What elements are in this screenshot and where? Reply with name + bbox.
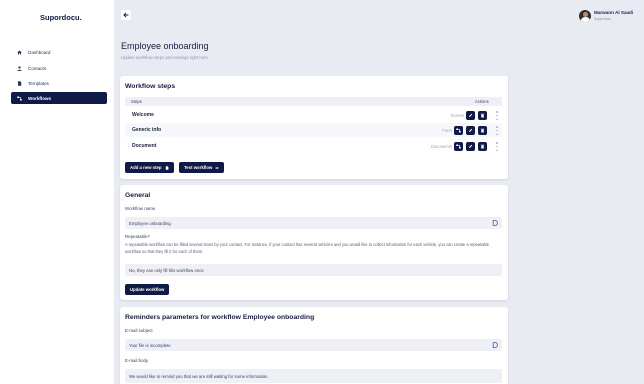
repeatable-help-text: A repeatable workflow can be filled seve…	[125, 242, 490, 254]
repeatable-select[interactable]: No, they can only fill this workflow onc…	[125, 264, 502, 276]
update-workflow-label: Update workflow	[130, 287, 165, 292]
repeatable-value: No, they can only fill this workflow onc…	[129, 267, 204, 273]
sidebar: Supordocu. Dashboard Contacts Templates …	[0, 0, 114, 384]
page-title: Employee onboarding	[121, 41, 209, 51]
email-body-field[interactable]: We would like to remind you that we are …	[125, 369, 502, 383]
sidebar-item-label: Dashboard	[28, 49, 51, 55]
table-row[interactable]: Generic info Form	[125, 123, 502, 137]
step-name: Document	[132, 143, 157, 149]
card-title: General	[125, 192, 151, 199]
sidebar-item-contacts[interactable]: Contacts	[11, 62, 107, 74]
update-workflow-button[interactable]: Update workflow	[125, 284, 170, 295]
table-row[interactable]: Welcome Screen	[125, 108, 502, 122]
test-workflow-button[interactable]: Test workflow	[179, 162, 225, 173]
delete-step-button[interactable]	[478, 126, 487, 135]
workflow-name-label: Workflow name	[125, 206, 156, 211]
sidebar-item-dashboard[interactable]: Dashboard	[11, 46, 107, 58]
step-type: Documents	[430, 143, 452, 149]
workflow-icon	[456, 144, 461, 149]
page-subtitle: Update workflow steps and settings right…	[121, 55, 208, 60]
edit-step-button[interactable]	[466, 142, 475, 151]
duplicate-step-button[interactable]	[454, 126, 463, 135]
step-name: Welcome	[132, 112, 154, 118]
workflow-name-field[interactable]: Employee onboarding	[125, 217, 502, 229]
sidebar-item-label: Templates	[28, 80, 49, 86]
pencil-icon	[469, 113, 473, 117]
d-icon	[492, 220, 498, 226]
delete-step-button[interactable]	[478, 142, 487, 151]
email-body-label: E-mail body	[125, 358, 149, 363]
eye-icon	[215, 166, 220, 169]
card-title: Workflow steps	[125, 83, 176, 90]
pencil-icon	[469, 144, 473, 148]
trash-icon	[480, 128, 485, 133]
drag-handle-icon[interactable]	[496, 142, 498, 151]
table-row[interactable]: Document Documents	[125, 139, 502, 153]
add-step-label: Add a new step	[130, 165, 162, 170]
step-type: Screen	[450, 112, 464, 118]
card-title: Reminders parameters for workflow Employ…	[125, 314, 315, 321]
step-name: Generic info	[132, 127, 162, 133]
user-name: Marwann Al Saadi	[594, 10, 634, 15]
edit-step-button[interactable]	[466, 126, 475, 135]
email-body-value: We would like to remind you that we are …	[129, 373, 269, 379]
column-header-actions: Actions	[475, 99, 489, 104]
delete-step-button[interactable]	[478, 111, 487, 120]
email-subject-label: E-mail subject	[125, 328, 153, 333]
email-subject-field[interactable]: Your file is incomplete	[125, 339, 502, 351]
repeatable-label: Repeatable?	[125, 234, 150, 239]
reminders-card: Reminders parameters for workflow Employ…	[120, 307, 508, 384]
user-company: Superdocu	[594, 17, 612, 21]
drag-handle-icon[interactable]	[496, 126, 498, 135]
workflow-icon	[16, 95, 22, 101]
home-icon	[16, 49, 22, 55]
back-button[interactable]	[121, 10, 131, 20]
sidebar-item-workflows[interactable]: Workflows	[11, 92, 107, 104]
trash-icon	[480, 144, 485, 149]
column-header-steps: Steps	[131, 99, 142, 104]
arrow-left-icon	[123, 12, 129, 18]
step-type: Form	[442, 127, 452, 133]
document-icon	[165, 165, 168, 170]
table-header: Steps Actions	[125, 97, 502, 106]
workflow-icon	[456, 128, 461, 133]
sidebar-item-label: Contacts	[28, 65, 47, 71]
workflow-steps-card: Workflow steps Steps Actions Welcome Scr…	[120, 76, 508, 179]
sidebar-item-label: Workflows	[28, 95, 52, 101]
workflow-name-value: Employee onboarding	[129, 220, 171, 226]
pencil-icon	[469, 128, 473, 132]
test-workflow-label: Test workflow	[184, 165, 213, 170]
email-subject-value: Your file is incomplete	[129, 342, 171, 348]
topbar: Marwann Al Saadi Superdocu	[114, 0, 644, 30]
app-logo[interactable]: Supordocu.	[40, 13, 82, 22]
general-card: General Workflow name Employee onboardin…	[120, 185, 508, 300]
edit-step-button[interactable]	[466, 111, 475, 120]
trash-icon	[480, 113, 485, 118]
add-step-button[interactable]: Add a new step	[125, 162, 174, 173]
sidebar-item-templates[interactable]: Templates	[11, 77, 107, 89]
drag-handle-icon[interactable]	[496, 111, 498, 120]
document-icon	[16, 80, 22, 86]
user-icon	[16, 65, 22, 71]
d-icon	[492, 342, 498, 348]
duplicate-step-button[interactable]	[454, 142, 463, 151]
avatar[interactable]	[579, 10, 591, 22]
